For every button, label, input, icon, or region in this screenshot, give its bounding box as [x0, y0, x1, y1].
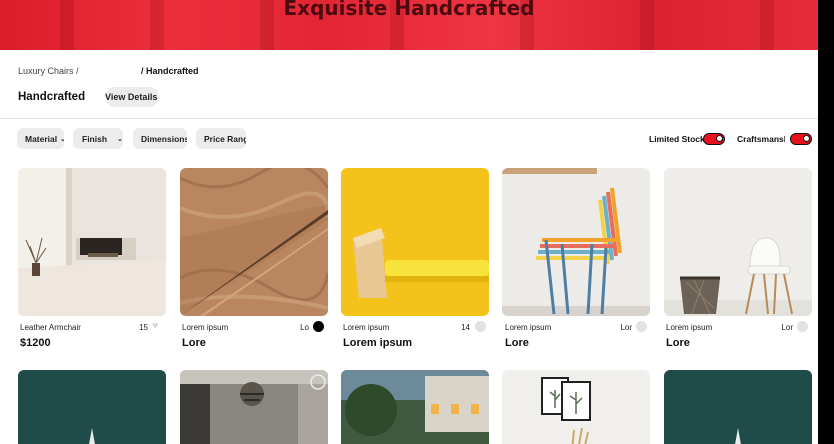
product-image-teal-boat[interactable]: [664, 370, 812, 444]
limited-stock-toggle[interactable]: [703, 133, 725, 145]
like-button[interactable]: [797, 321, 808, 332]
product-name[interactable]: Lorem ipsum: [343, 323, 389, 332]
product-image-yellow-hammer[interactable]: [341, 168, 489, 316]
product-image-wood-panel[interactable]: [180, 168, 328, 316]
product-image-white-chair[interactable]: [664, 168, 812, 316]
product-like-count: 15: [139, 323, 148, 332]
like-button[interactable]: [475, 321, 486, 332]
product-image-white-room[interactable]: [18, 168, 166, 316]
filter-price-range[interactable]: Price Range: [196, 128, 246, 149]
filter-finish[interactable]: Finish ⌄: [73, 128, 123, 149]
breadcrumb: Luxury Chairs / / Handcrafted: [18, 66, 199, 76]
product-price: $1200: [20, 337, 51, 349]
product-name[interactable]: Lorem ipsum: [182, 323, 228, 332]
breadcrumb-root[interactable]: Luxury Chairs /: [18, 66, 79, 76]
divider: [0, 118, 818, 119]
craftsmanship-toggle[interactable]: [790, 133, 812, 145]
product-name[interactable]: Lorem ipsum: [505, 323, 551, 332]
product-name[interactable]: Leather Armchair: [20, 323, 81, 332]
chevron-down-icon: ⌄: [60, 135, 64, 143]
filter-dimensions[interactable]: Dimensions: [133, 128, 187, 149]
filter-label: Price Range: [204, 133, 246, 144]
like-button[interactable]: [313, 321, 324, 332]
product-price: Lore: [666, 337, 690, 349]
product-image-teal-boat[interactable]: [18, 370, 166, 444]
hero-title: Exquisite Handcrafted: [283, 0, 535, 20]
page-title: Handcrafted: [18, 91, 86, 103]
view-details-button[interactable]: View Details: [105, 87, 159, 107]
product-image-stacked-chairs[interactable]: [502, 168, 650, 316]
hero-banner: Exquisite Handcrafted: [0, 0, 818, 50]
product-like-count: Lor: [620, 323, 632, 332]
heart-icon[interactable]: ♥: [152, 320, 164, 332]
like-button[interactable]: [636, 321, 647, 332]
product-like-count: Lo: [300, 323, 309, 332]
filter-material[interactable]: Material ⌄: [17, 128, 64, 149]
toggle-label-craftsmanship: Craftsmanship: [737, 134, 785, 144]
filter-label: Material: [25, 133, 58, 144]
product-image-chandelier-room[interactable]: [180, 370, 328, 444]
product-like-count: 14: [461, 323, 470, 332]
breadcrumb-current: / Handcrafted: [141, 66, 199, 76]
product-price: Lore: [182, 337, 206, 349]
product-image-house-garden[interactable]: [341, 370, 489, 444]
toggle-label-limited-stock: Limited Stock: [649, 134, 705, 144]
filter-label: Finish: [82, 133, 108, 144]
title-row: Handcrafted View Details: [18, 87, 159, 107]
filter-label: Dimensions: [141, 133, 187, 144]
product-price: Lore: [505, 337, 529, 349]
product-name[interactable]: Lorem ipsum: [666, 323, 712, 332]
product-price: Lorem ipsum: [343, 337, 413, 349]
product-like-count: Lor: [781, 323, 793, 332]
page: Exquisite Handcrafted Luxury Chairs / / …: [0, 0, 818, 444]
product-image-framed-plants[interactable]: [502, 370, 650, 444]
chevron-down-icon: ⌄: [117, 135, 123, 143]
